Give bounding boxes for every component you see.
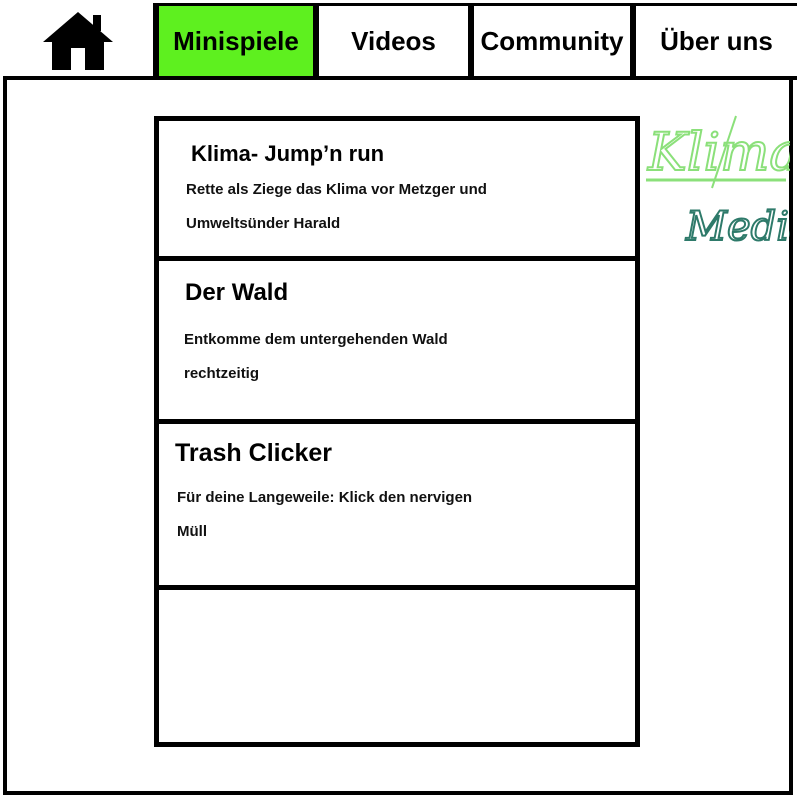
house-icon	[43, 11, 113, 70]
nav-tab-uber-uns[interactable]: Über uns	[633, 3, 797, 79]
nav-tab-label: Minispiele	[173, 25, 299, 56]
nav-divider	[3, 76, 797, 80]
game-title: Der Wald	[185, 279, 289, 306]
game-card-der-wald[interactable]: Der Wald Entkomme dem untergehenden Wald…	[159, 261, 635, 419]
logo-graphic: Klima Media	[646, 115, 800, 251]
nav-tab-label: Videos	[351, 25, 436, 56]
game-card-trash-clicker[interactable]: Trash Clicker Für deine Langeweile: Klic…	[159, 424, 635, 585]
logo-text-bottom: Media	[685, 204, 790, 248]
game-card-klima-jumpnrun[interactable]: Klima- Jump’n run Rette als Ziege das Kl…	[159, 121, 635, 256]
logo-text-top: Klima	[647, 123, 790, 183]
game-title: Trash Clicker	[175, 439, 333, 467]
top-navigation: Minispiele Videos Community Über uns	[3, 3, 797, 79]
nav-tab-minispiele[interactable]: Minispiele	[156, 3, 316, 79]
game-card-empty[interactable]	[159, 590, 635, 742]
nav-tab-label: Über uns	[660, 25, 773, 56]
nav-tab-community[interactable]: Community	[471, 3, 633, 79]
nav-tab-label: Community	[480, 25, 624, 56]
game-list: Klima- Jump’n run Rette als Ziege das Kl…	[154, 116, 640, 747]
nav-tab-videos[interactable]: Videos	[316, 3, 471, 79]
game-description: Rette als Ziege das Klima vor Metzger un…	[186, 181, 487, 232]
klima-media-logo: Klima Media	[640, 108, 800, 251]
game-title: Klima- Jump’n run	[191, 141, 385, 166]
game-description: Für deine Langeweile: Klick den nervigen…	[177, 489, 473, 540]
nav-home-button[interactable]	[3, 3, 156, 79]
game-description: Entkomme dem untergehenden Wald rechtzei…	[184, 331, 448, 382]
